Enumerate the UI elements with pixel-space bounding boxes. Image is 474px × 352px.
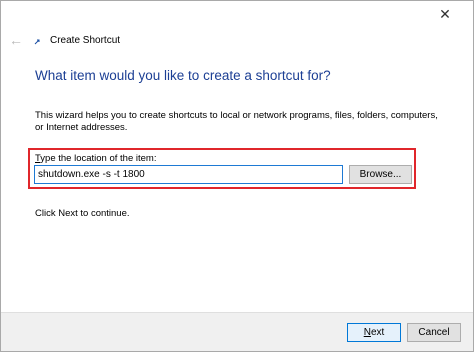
- wizard-description: This wizard helps you to create shortcut…: [35, 110, 438, 133]
- location-input[interactable]: [34, 165, 343, 184]
- window-title: Create Shortcut: [50, 35, 121, 46]
- browse-label-ellipsis: ...: [393, 169, 402, 180]
- cancel-button[interactable]: Cancel: [407, 323, 461, 342]
- location-label-text: ype the location of the item:: [40, 153, 157, 164]
- browse-button[interactable]: Browse...: [349, 165, 412, 184]
- footer-bar: Next Cancel: [1, 312, 473, 351]
- back-arrow-icon[interactable]: ←: [9, 33, 25, 47]
- page-heading: What item would you like to create a sho…: [35, 68, 331, 83]
- next-label: ext: [370, 327, 385, 338]
- shortcut-icon: [34, 39, 40, 45]
- close-icon[interactable]: ✕: [434, 5, 456, 23]
- browse-label: Browse: [359, 169, 393, 180]
- create-shortcut-window: ✕ ← Create Shortcut What item would you …: [0, 0, 474, 352]
- next-accesskey: N: [363, 327, 371, 338]
- next-button[interactable]: Next: [347, 323, 401, 342]
- location-label: Type the location of the item:: [35, 153, 156, 164]
- continue-text: Click Next to continue.: [35, 208, 130, 219]
